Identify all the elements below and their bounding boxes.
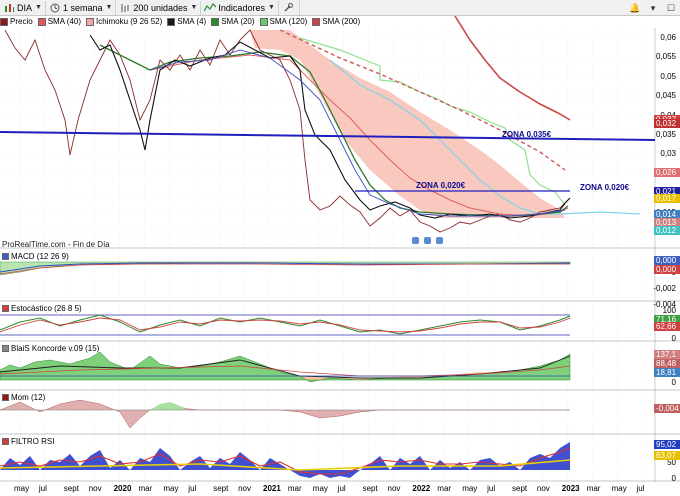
sma-200-line [454,15,571,121]
macd-swatch [2,253,9,260]
koncorde-value-tag: 18,81 [654,368,680,377]
time-axis-label: jul [636,484,645,493]
rsi-filter-swatch [2,438,9,445]
time-axis-label: may [163,484,179,493]
zone-020-label-b: ZONA 0,020€ [580,183,630,192]
time-axis-label: nov [238,484,251,493]
price-tag: 0,017 [654,194,680,203]
source-footer: ProRealTime.com - Fin de Día [2,240,110,249]
rsi-filter-label[interactable]: FILTRO RSI [2,437,54,446]
price-axis-label: 0,045 [655,91,676,101]
time-axis-label: jul [38,484,47,493]
macd-value-tag: 0,000 [654,265,680,274]
momentum-label[interactable]: Mom (12) [2,393,45,402]
time-axis-label: nov [536,484,550,493]
time-axis-label: may [312,484,328,493]
time-axis-label: 2022 [412,484,431,493]
price-axis-label: 0,03 [660,149,676,159]
price-axis-label: 0,035 [655,130,676,139]
time-axis-label: mar [586,484,601,493]
time-axis-label: nov [387,484,401,493]
rsi-axis-label: 0 [671,474,676,483]
stoch-axis-label: 100 [662,306,676,315]
rsi-value-tag: 95,02 [654,440,680,449]
koncorde-axis-label: 0 [671,378,676,387]
zone-035-label: ZONA 0,035€ [502,130,552,139]
macd-value-tag: 0,000 [654,256,680,265]
time-axis-label: may [462,484,478,493]
mom-value-tag: -0,004 [654,404,680,413]
time-axis-label: mar [138,484,153,493]
macd-axis-label: -0,002 [653,284,676,293]
time-axis-label: nov [88,484,102,493]
koncorde-label[interactable]: BlaiS Koncorde v.09 (15) [2,344,99,353]
time-axis-label: sept [512,484,528,493]
time-axis-label: jul [337,484,346,493]
dividend-event-icons[interactable] [412,237,443,244]
time-axis-label: mar [437,484,452,493]
time-axis-label: may [14,484,30,493]
price-axis-label: 0,055 [655,52,676,62]
time-axis-label: 2023 [561,484,580,493]
koncorde-pane [0,351,571,383]
zone-035-line [0,131,656,141]
time-axis-label: jul [487,484,496,493]
stochastic-swatch [2,305,9,312]
price-axis-label: 0,05 [660,71,676,81]
time-axis-label: 2021 [263,484,281,493]
time-axis-label: mar [287,484,302,493]
stoch-value-tag: 62,66 [654,322,680,331]
stoch-axis-label: 0 [671,334,676,343]
time-axis-label: may [611,484,627,493]
time-axis-label: sept [213,484,229,493]
time-axis-label: jul [188,484,197,493]
koncorde-swatch [2,345,9,352]
momentum-pane [0,399,570,429]
time-axis-label: sept [362,484,378,493]
price-tag: 0,012 [654,226,680,235]
stochastic-label[interactable]: Estocástico (26 8 5) [2,304,82,313]
macd-pane [0,261,571,276]
time-axis-label: 2020 [113,484,132,493]
zone-020-label-a: ZONA 0,020€ [416,181,466,190]
koncorde-value-tag: 137,1 [654,350,680,359]
momentum-swatch [2,394,9,401]
macd-label[interactable]: MACD (12 26 9) [2,252,69,261]
stochastic-pane [0,314,571,336]
rsi-value-tag: 63,07 [654,451,680,460]
price-axis-label: 0,06 [660,33,676,42]
rsi-filter-pane [0,442,571,478]
price-tag: 0,026 [654,168,680,177]
price-tag: 0,032 [654,119,680,128]
time-axis-label: sept [63,484,79,493]
koncorde-value-tag: 88,48 [654,359,680,368]
